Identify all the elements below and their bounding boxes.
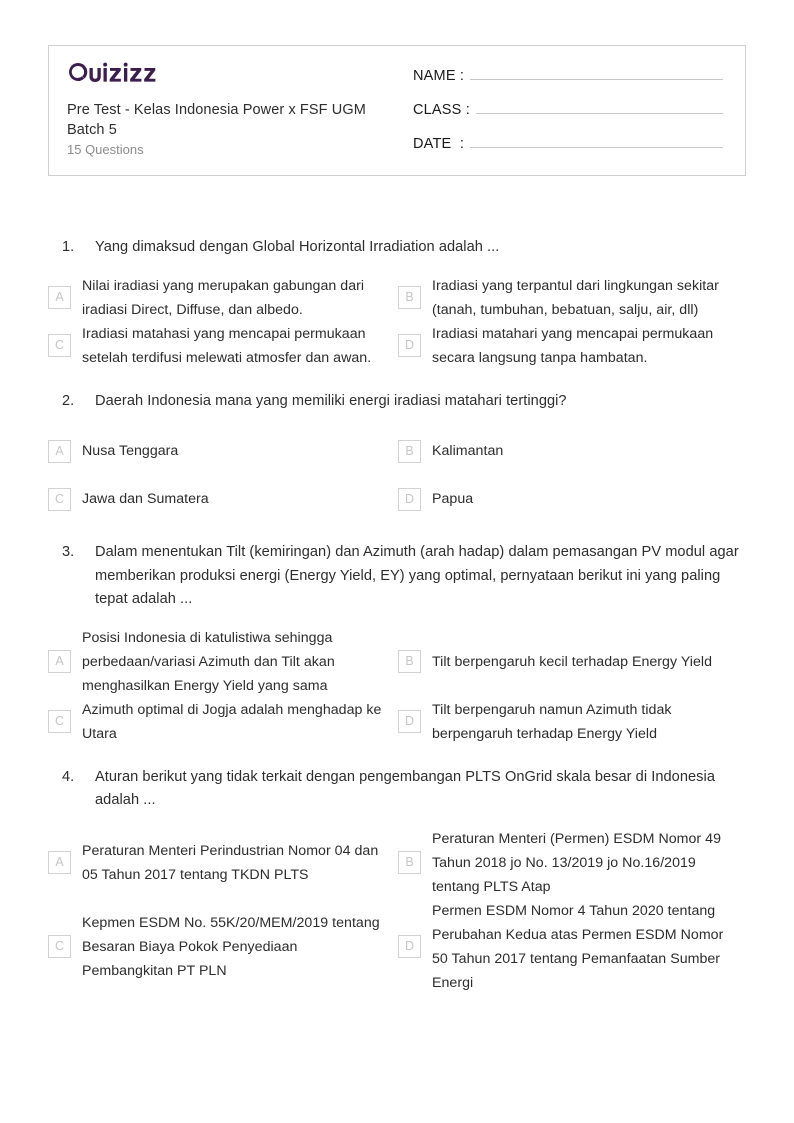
answer-options-grid: A Posisi Indonesia di katulistiwa sehingg… [48,626,746,746]
questions-list: 1. Yang dimaksud dengan Global Horizontal… [48,236,746,995]
option-letter-box: D [398,935,421,958]
option-letter-box: B [398,439,421,463]
option-text: Kepmen ESDM No. 55K/20/MEM/2019 tentang … [82,914,380,979]
quizizz-logo-icon [69,62,156,82]
option-letter-box: B [398,286,421,309]
answer-option-a[interactable]: A Nilai iradiasi yang merupakan gabungan … [48,274,398,322]
option-letter-box: C [48,487,71,511]
question-text: Daerah Indonesia mana yang memiliki ener… [95,392,567,409]
answer-options-grid: A Nilai iradiasi yang merupakan gabungan … [48,274,746,370]
answer-option-c[interactable]: C Kepmen ESDM No. 55K/20/MEM/2019 tentang… [48,899,398,995]
option-letter-box: A [48,286,71,309]
date-input-line[interactable] [470,131,723,148]
question-text: Yang dimaksud dengan Global Horizontal I… [95,239,500,255]
question-block: 3. Dalam menentukan Tilt (kemiringan) dan… [48,541,746,766]
answer-option-b[interactable]: B Tilt berpengaruh kecil terhadap Energy … [398,626,748,698]
option-text: Peraturan Menteri (Permen) ESDM Nomor 49… [432,830,721,895]
option-text: Posisi Indonesia di katulistiwa sehingga… [82,629,335,694]
quiz-title: Pre Test - Kelas Indonesia Power x FSF U… [67,102,366,138]
question-block: 2. Daerah Indonesia mana yang memiliki en… [48,390,746,542]
date-label: DATE : [413,136,465,152]
quizizz-logo [67,60,401,86]
answer-option-a[interactable]: A Peraturan Menteri Perindustrian Nomor 0… [48,827,398,899]
option-text: Iradiasi matahari yang mencapai permukaa… [432,325,714,366]
answer-options-grid: A Nusa Tenggara B Kalimantan C Jawa dan Sumat… [48,427,746,523]
option-text: Iradiasi yang terpantul dari lingkungan … [432,277,719,318]
option-text: Nusa Tenggara [82,443,179,459]
question-number: 1. [62,239,75,255]
option-text: Tilt berpengaruh namun Azimuth tidak ber… [432,701,672,742]
question-block: 4. Aturan berikut yang tidak terkait deng… [48,766,746,995]
option-text: Kalimantan [432,443,504,459]
option-text: Iradiasi matahasi yang mencapai permukaa… [82,325,372,366]
worksheet-page: Pre Test - Kelas Indonesia Power x FSF U… [0,0,794,1123]
answer-option-b[interactable]: B Kalimantan [398,427,748,475]
name-label: NAME : [413,68,465,84]
option-letter-box: A [48,650,71,673]
question-header: 4. Aturan berikut yang tidak terkait deng… [48,766,746,813]
option-text: Papua [432,491,474,507]
name-field-row: NAME : [413,63,723,97]
question-text: Aturan berikut yang tidak terkait dengan… [95,768,715,809]
class-input-line[interactable] [476,97,723,114]
date-field-row: DATE : [413,131,723,165]
option-letter-box: B [398,650,421,673]
option-letter-box: D [398,710,421,733]
question-text: Dalam menentukan Tilt (kemiringan) dan A… [95,544,739,607]
student-info-section: NAME : CLASS : DATE : [401,46,745,175]
answer-option-c[interactable]: C Iradiasi matahasi yang mencapai permuka… [48,322,398,370]
question-spacer [48,523,746,541]
option-letter-box: B [398,851,421,874]
question-number: 3. [62,544,75,560]
answer-option-c[interactable]: C Jawa dan Sumatera [48,475,398,523]
option-letter-box: D [398,487,421,511]
answer-options-grid: A Peraturan Menteri Perindustrian Nomor 0… [48,827,746,995]
answer-option-d[interactable]: D Papua [398,475,748,523]
option-letter-box: A [48,439,71,463]
answer-option-d[interactable]: D Tilt berpengaruh namun Azimuth tidak be… [398,698,748,746]
question-number: 2. [62,392,75,409]
question-number: 4. [62,768,75,785]
option-letter-box: C [48,935,71,958]
answer-option-a[interactable]: A Nusa Tenggara [48,427,398,475]
answer-option-d[interactable]: D Iradiasi matahari yang mencapai permuka… [398,322,748,370]
question-header: 1. Yang dimaksud dengan Global Horizontal… [48,236,746,260]
class-field-row: CLASS : [413,97,723,131]
option-text: Jawa dan Sumatera [82,491,209,507]
question-block: 1. Yang dimaksud dengan Global Horizontal… [48,236,746,390]
worksheet-header-card: Pre Test - Kelas Indonesia Power x FSF U… [48,45,746,176]
question-count: 15 Questions [67,142,144,157]
option-text: Azimuth optimal di Jogja adalah menghada… [82,701,382,742]
option-letter-box: A [48,851,71,874]
question-header: 3. Dalam menentukan Tilt (kemiringan) dan… [48,541,746,612]
option-text: Tilt berpengaruh kecil terhadap Energy Y… [432,653,712,670]
question-spacer [48,746,746,766]
header-left-section: Pre Test - Kelas Indonesia Power x FSF U… [49,46,401,175]
answer-option-b[interactable]: B Peraturan Menteri (Permen) ESDM Nomor 4… [398,827,748,899]
answer-option-d[interactable]: D Permen ESDM Nomor 4 Tahun 2020 tentang … [398,899,748,995]
answer-option-c[interactable]: C Azimuth optimal di Jogja adalah menghad… [48,698,398,746]
name-input-line[interactable] [470,63,723,80]
option-text: Permen ESDM Nomor 4 Tahun 2020 tentang P… [432,902,724,991]
question-header: 2. Daerah Indonesia mana yang memiliki en… [48,390,746,414]
class-label: CLASS : [413,102,471,118]
option-letter-box: C [48,334,71,357]
question-spacer [48,370,746,390]
option-text: Nilai iradiasi yang merupakan gabungan d… [82,277,365,318]
option-letter-box: C [48,710,71,733]
option-text: Peraturan Menteri Perindustrian Nomor 04… [82,842,379,883]
option-letter-box: D [398,334,421,357]
answer-option-a[interactable]: A Posisi Indonesia di katulistiwa sehingg… [48,626,398,698]
answer-option-b[interactable]: B Iradiasi yang terpantul dari lingkungan… [398,274,748,322]
